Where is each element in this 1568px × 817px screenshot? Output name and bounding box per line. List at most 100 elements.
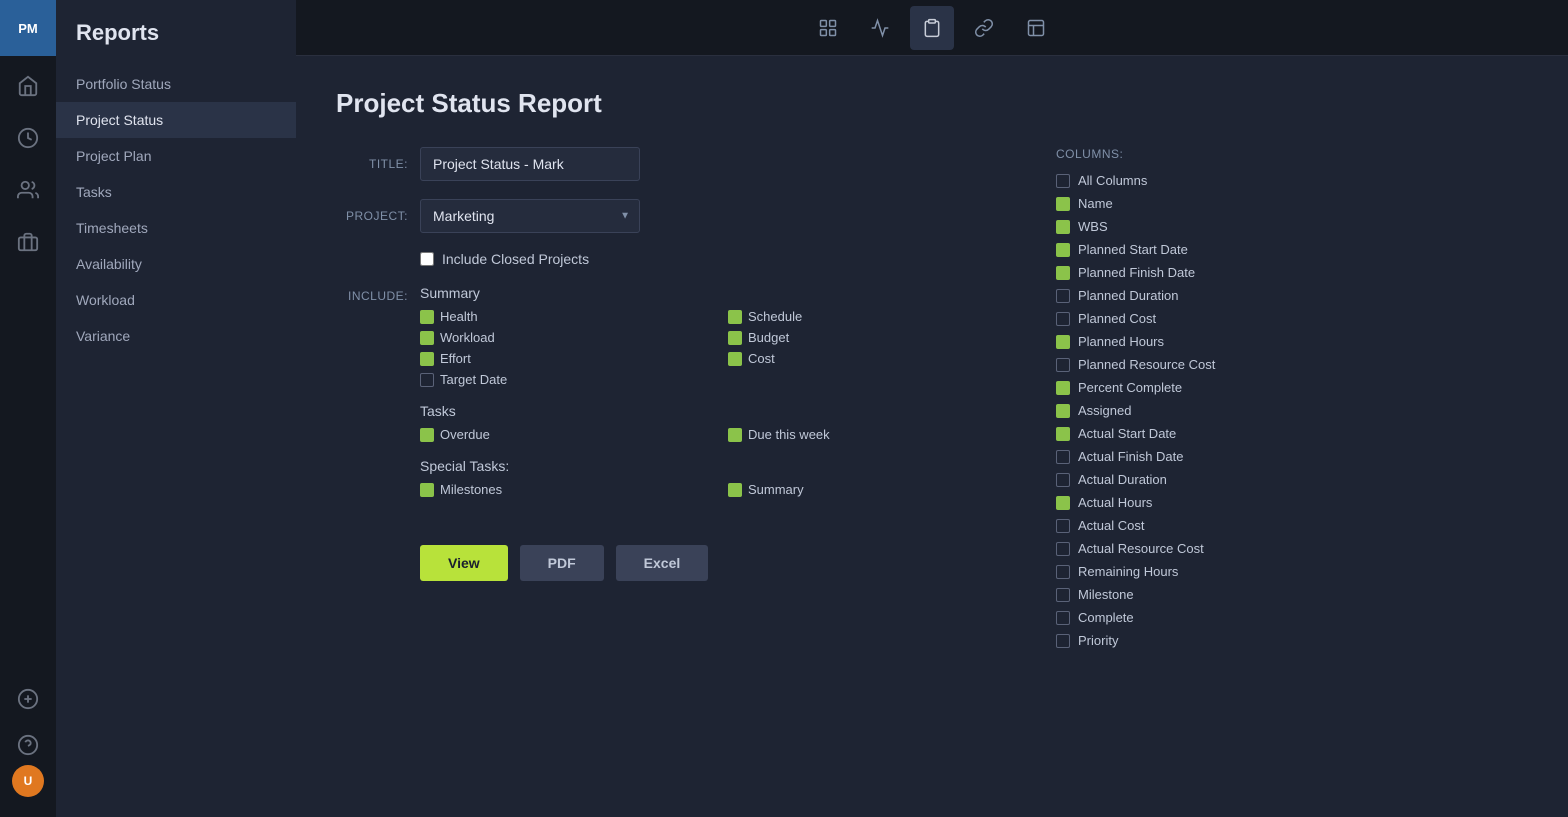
content: Project Status Report TITLE: PROJECT: Ma… xyxy=(296,56,1568,817)
effort-checkbox-icon[interactable] xyxy=(420,352,434,366)
column-actual-hours: Actual Hours xyxy=(1056,495,1348,510)
summary-target-date: Target Date xyxy=(420,372,708,387)
schedule-label: Schedule xyxy=(748,309,802,324)
columns-scroll[interactable]: All Columns Name WBS Planned Start Date xyxy=(1056,173,1356,656)
budget-label: Budget xyxy=(748,330,789,345)
column-actual-hours-label: Actual Hours xyxy=(1078,495,1152,510)
summary-health: Health xyxy=(420,309,708,324)
summary-grid: Health Schedule Workload xyxy=(420,309,1016,387)
add-icon[interactable] xyxy=(0,673,56,725)
title-input[interactable] xyxy=(420,147,640,181)
sidebar-item-tasks[interactable]: Tasks xyxy=(56,174,296,210)
excel-button[interactable]: Excel xyxy=(616,545,709,581)
sidebar-item-project-status[interactable]: Project Status xyxy=(56,102,296,138)
column-planned-resource-cost: Planned Resource Cost xyxy=(1056,357,1348,372)
sidebar-item-portfolio-status[interactable]: Portfolio Status xyxy=(56,66,296,102)
sidebar-item-availability[interactable]: Availability xyxy=(56,246,296,282)
column-planned-finish-checkbox[interactable] xyxy=(1056,266,1070,280)
column-percent-complete-label: Percent Complete xyxy=(1078,380,1182,395)
column-percent-complete: Percent Complete xyxy=(1056,380,1348,395)
column-wbs-checkbox[interactable] xyxy=(1056,220,1070,234)
column-planned-duration-checkbox[interactable] xyxy=(1056,289,1070,303)
cost-checkbox-icon[interactable] xyxy=(728,352,742,366)
target-date-checkbox-icon[interactable] xyxy=(420,373,434,387)
column-complete-checkbox[interactable] xyxy=(1056,611,1070,625)
column-actual-start-checkbox[interactable] xyxy=(1056,427,1070,441)
schedule-checkbox-icon[interactable] xyxy=(728,310,742,324)
column-priority-label: Priority xyxy=(1078,633,1118,648)
include-content: Summary Health Schedule xyxy=(420,285,1016,513)
column-name-label: Name xyxy=(1078,196,1113,211)
sidebar-item-timesheets[interactable]: Timesheets xyxy=(56,210,296,246)
column-all-columns: All Columns xyxy=(1056,173,1348,188)
column-wbs: WBS xyxy=(1056,219,1348,234)
column-planned-start-checkbox[interactable] xyxy=(1056,243,1070,257)
column-planned-cost-label: Planned Cost xyxy=(1078,311,1156,326)
overdue-checkbox-icon[interactable] xyxy=(420,428,434,442)
column-planned-hours-label: Planned Hours xyxy=(1078,334,1164,349)
column-planned-hours: Planned Hours xyxy=(1056,334,1348,349)
sidebar: Reports Portfolio Status Project Status … xyxy=(56,0,296,817)
sidebar-item-workload[interactable]: Workload xyxy=(56,282,296,318)
sidebar-item-project-plan[interactable]: Project Plan xyxy=(56,138,296,174)
summary-title: Summary xyxy=(420,285,1016,301)
nav-icon-home[interactable] xyxy=(0,60,56,112)
column-milestone-checkbox[interactable] xyxy=(1056,588,1070,602)
workload-checkbox-icon[interactable] xyxy=(420,331,434,345)
include-closed-checkbox[interactable] xyxy=(420,252,434,266)
toolbar-link[interactable] xyxy=(962,6,1006,50)
tasks-title: Tasks xyxy=(420,403,1016,419)
nav-icon-people[interactable] xyxy=(0,164,56,216)
column-planned-duration: Planned Duration xyxy=(1056,288,1348,303)
sidebar-item-variance[interactable]: Variance xyxy=(56,318,296,354)
all-columns-checkbox[interactable] xyxy=(1056,174,1070,188)
column-name: Name xyxy=(1056,196,1348,211)
due-this-week-label: Due this week xyxy=(748,427,830,442)
budget-checkbox-icon[interactable] xyxy=(728,331,742,345)
toolbar-layout[interactable] xyxy=(1014,6,1058,50)
nav-icon-briefcase[interactable] xyxy=(0,216,56,268)
health-label: Health xyxy=(440,309,478,324)
column-actual-cost-checkbox[interactable] xyxy=(1056,519,1070,533)
summary-effort: Effort xyxy=(420,351,708,366)
health-checkbox-icon[interactable] xyxy=(420,310,434,324)
column-actual-duration-checkbox[interactable] xyxy=(1056,473,1070,487)
column-planned-finish-label: Planned Finish Date xyxy=(1078,265,1195,280)
column-assigned-checkbox[interactable] xyxy=(1056,404,1070,418)
include-closed-label[interactable]: Include Closed Projects xyxy=(442,251,589,267)
column-planned-resource-cost-checkbox[interactable] xyxy=(1056,358,1070,372)
tasks-due-this-week: Due this week xyxy=(728,427,1016,442)
column-actual-finish-date: Actual Finish Date xyxy=(1056,449,1348,464)
special-summary-checkbox-icon[interactable] xyxy=(728,483,742,497)
view-button[interactable]: View xyxy=(420,545,508,581)
app-logo[interactable]: PM xyxy=(0,0,56,56)
nav-icon-history[interactable] xyxy=(0,112,56,164)
help-icon[interactable] xyxy=(0,725,56,765)
column-name-checkbox[interactable] xyxy=(1056,197,1070,211)
user-avatar[interactable]: U xyxy=(12,765,44,797)
column-milestone-label: Milestone xyxy=(1078,587,1134,602)
column-planned-hours-checkbox[interactable] xyxy=(1056,335,1070,349)
column-remaining-hours-checkbox[interactable] xyxy=(1056,565,1070,579)
milestones-checkbox-icon[interactable] xyxy=(420,483,434,497)
column-remaining-hours-label: Remaining Hours xyxy=(1078,564,1178,579)
app-logo-text: PM xyxy=(18,21,38,36)
due-this-week-checkbox-icon[interactable] xyxy=(728,428,742,442)
toolbar-clipboard[interactable] xyxy=(910,6,954,50)
column-priority-checkbox[interactable] xyxy=(1056,634,1070,648)
form-layout: TITLE: PROJECT: Marketing Development Sa… xyxy=(336,147,1528,656)
toolbar-activity[interactable] xyxy=(858,6,902,50)
pdf-button[interactable]: PDF xyxy=(520,545,604,581)
toolbar-search-zoom[interactable] xyxy=(806,6,850,50)
column-planned-cost-checkbox[interactable] xyxy=(1056,312,1070,326)
column-actual-finish-checkbox[interactable] xyxy=(1056,450,1070,464)
summary-cost: Cost xyxy=(728,351,1016,366)
column-planned-start-date: Planned Start Date xyxy=(1056,242,1348,257)
project-select[interactable]: Marketing Development Sales HR xyxy=(420,199,640,233)
column-actual-hours-checkbox[interactable] xyxy=(1056,496,1070,510)
all-columns-label: All Columns xyxy=(1078,173,1147,188)
column-actual-resource-cost-checkbox[interactable] xyxy=(1056,542,1070,556)
project-row: PROJECT: Marketing Development Sales HR … xyxy=(336,199,1016,233)
special-summary: Summary xyxy=(728,482,1016,497)
column-percent-complete-checkbox[interactable] xyxy=(1056,381,1070,395)
